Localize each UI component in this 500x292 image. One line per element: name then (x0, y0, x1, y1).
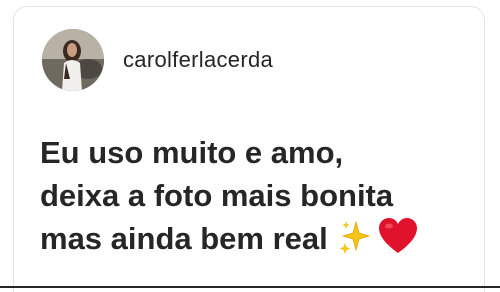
comment-header: carolferlacerda (42, 29, 273, 91)
comment-line: mas ainda bem real (40, 221, 328, 256)
heart-icon (378, 217, 418, 255)
username[interactable]: carolferlacerda (123, 47, 273, 73)
avatar[interactable] (42, 29, 104, 91)
comment-line-with-emoji: mas ainda bem real (40, 217, 480, 260)
divider (0, 286, 500, 288)
comment-text: Eu uso muito e amo, deixa a foto mais bo… (40, 131, 480, 260)
sparkles-icon (338, 219, 372, 255)
comment-line: deixa a foto mais bonita (40, 178, 394, 213)
comment-line: Eu uso muito e amo, (40, 135, 344, 170)
comment-card: carolferlacerda Eu uso muito e amo, deix… (13, 6, 485, 292)
avatar-photo (42, 29, 104, 91)
